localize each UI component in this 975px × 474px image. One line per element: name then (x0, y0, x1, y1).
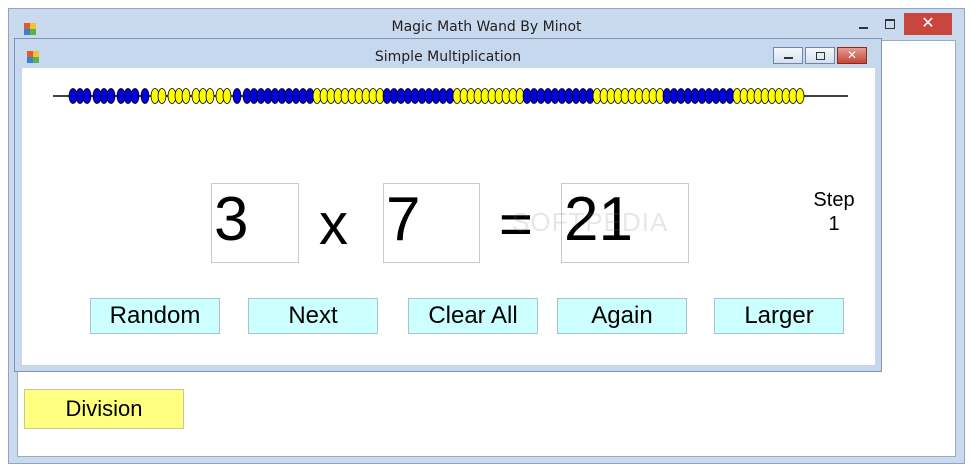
second-factor-box[interactable]: 7 (383, 183, 480, 263)
first-factor: 3 (214, 185, 249, 254)
watermark: SOFTPEDIA (512, 207, 669, 237)
bead-yellow (205, 88, 215, 104)
bead-yellow (795, 88, 805, 104)
minimize-button[interactable] (856, 16, 872, 32)
child-restore-button[interactable] (805, 47, 835, 64)
child-minimize-button[interactable] (773, 47, 803, 64)
step-value: 1 (828, 213, 840, 235)
bead-yellow (222, 88, 232, 104)
bead-yellow (157, 88, 167, 104)
step-indicator: Step 1 (804, 188, 864, 236)
bead-blue (106, 88, 116, 104)
child-caption-buttons: ✕ (773, 47, 867, 65)
first-factor-box[interactable]: 3 (211, 183, 299, 263)
step-label: Step (813, 189, 855, 211)
child-client-area: 3 x 7 = 21 Step 1 Random Next Clear All … (22, 68, 875, 365)
child-window-title: Simple Multiplication (374, 49, 522, 65)
maximize-button[interactable] (882, 16, 898, 32)
bead-blue (232, 88, 242, 104)
clear-all-button[interactable]: Clear All (408, 298, 538, 334)
bead-blue (82, 88, 92, 104)
random-button[interactable]: Random (90, 298, 220, 334)
next-button[interactable]: Next (248, 298, 378, 334)
times-sign: x (319, 192, 348, 257)
again-button[interactable]: Again (557, 298, 687, 334)
bead-yellow (181, 88, 191, 104)
larger-button[interactable]: Larger (714, 298, 844, 334)
close-button[interactable]: ✕ (904, 13, 952, 35)
second-factor: 7 (386, 185, 421, 254)
division-button[interactable]: Division (24, 389, 184, 429)
bead-blue (130, 88, 140, 104)
child-close-button[interactable]: ✕ (837, 47, 867, 64)
child-window-simple-multiplication: Simple Multiplication ✕ 3 x 7 = 21 Step … (14, 38, 882, 372)
magic-wand-abacus (53, 88, 848, 104)
window-title: Magic Math Wand By Minot (391, 19, 582, 35)
bead-blue (140, 88, 150, 104)
